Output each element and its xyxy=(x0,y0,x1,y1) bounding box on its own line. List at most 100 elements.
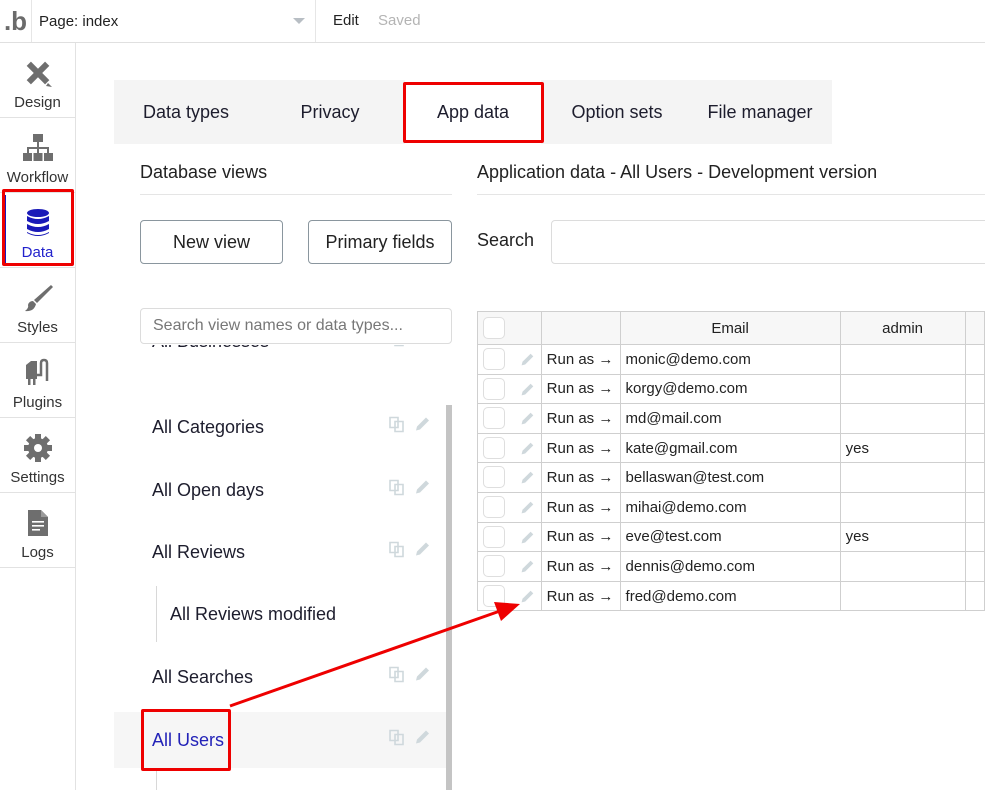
select-all-cell xyxy=(477,311,542,345)
table-row: Run as → dennis@demo.com xyxy=(477,551,985,582)
table-header-row: Email admin xyxy=(477,311,985,345)
view-item-all-searches[interactable]: All Searches xyxy=(114,649,446,705)
view-list-scrollbar[interactable] xyxy=(446,405,452,790)
pencil-icon[interactable] xyxy=(518,351,536,373)
run-as-link[interactable]: Run as → xyxy=(540,580,621,612)
email-cell[interactable]: korgy@demo.com xyxy=(619,373,841,405)
admin-cell[interactable] xyxy=(839,580,966,612)
email-cell[interactable]: kate@gmail.com xyxy=(619,432,841,464)
run-as-link[interactable]: Run as → xyxy=(540,344,621,375)
tab-privacy[interactable]: Privacy xyxy=(258,80,402,144)
select-all-checkbox[interactable] xyxy=(483,317,505,339)
email-cell[interactable]: mihai@demo.com xyxy=(619,491,841,523)
pencil-icon[interactable] xyxy=(412,478,432,503)
pencil-icon[interactable] xyxy=(518,558,536,580)
pencil-icon[interactable] xyxy=(518,381,536,403)
view-search-input[interactable] xyxy=(140,308,452,344)
row-select-cell xyxy=(477,462,542,493)
pencil-icon[interactable] xyxy=(412,415,432,440)
copy-icon[interactable] xyxy=(388,728,408,753)
sidebar-item-workflow[interactable]: Workflow xyxy=(0,118,75,193)
sidebar-item-data[interactable]: Data xyxy=(0,193,75,268)
view-item-label: All Categories xyxy=(152,416,265,437)
design-icon xyxy=(21,56,55,90)
email-cell[interactable]: eve@test.com xyxy=(619,521,841,553)
table-row: Run as → kate@gmail.com yes xyxy=(477,432,985,464)
column-header-email[interactable]: Email xyxy=(619,311,841,345)
column-header-admin[interactable]: admin xyxy=(839,311,966,345)
admin-cell[interactable]: yes xyxy=(839,432,966,464)
admin-cell[interactable] xyxy=(839,551,966,582)
copy-icon[interactable] xyxy=(388,415,408,440)
page-selector[interactable]: Page: index xyxy=(32,0,316,42)
view-item-all-users[interactable]: All Users xyxy=(114,712,446,768)
row-checkbox[interactable] xyxy=(483,407,505,430)
copy-icon[interactable] xyxy=(388,540,408,565)
run-as-link[interactable]: Run as → xyxy=(540,491,621,523)
overflow-cell xyxy=(964,403,985,434)
sidebar-item-plugins[interactable]: Plugins xyxy=(0,343,75,418)
run-as-link[interactable]: Run as → xyxy=(540,373,621,405)
sidebar-label: Workflow xyxy=(6,169,69,186)
pencil-icon[interactable] xyxy=(518,588,536,610)
view-item-all-open-days[interactable]: All Open days xyxy=(114,462,446,518)
run-as-link[interactable]: Run as → xyxy=(540,521,621,553)
admin-cell[interactable] xyxy=(839,462,966,493)
pencil-icon[interactable] xyxy=(518,440,536,462)
view-item-all-categories[interactable]: All Categories xyxy=(114,399,446,455)
row-select-cell xyxy=(477,551,542,582)
pencil-icon[interactable] xyxy=(412,540,432,565)
pencil-icon[interactable] xyxy=(412,345,432,354)
tab-data-types[interactable]: Data types xyxy=(114,80,258,144)
bubble-logo[interactable]: .b xyxy=(0,0,32,42)
admin-cell[interactable] xyxy=(839,403,966,434)
row-checkbox[interactable] xyxy=(483,584,505,607)
edit-menu[interactable]: Edit xyxy=(333,12,359,29)
row-checkbox[interactable] xyxy=(483,466,505,489)
row-checkbox[interactable] xyxy=(483,377,505,400)
row-checkbox[interactable] xyxy=(483,348,505,370)
sidebar-item-settings[interactable]: Settings xyxy=(0,418,75,493)
pencil-icon[interactable] xyxy=(412,728,432,753)
email-cell[interactable]: md@mail.com xyxy=(619,403,841,434)
email-cell[interactable]: bellaswan@test.com xyxy=(619,462,841,493)
admin-cell[interactable]: yes xyxy=(839,521,966,553)
row-checkbox[interactable] xyxy=(483,555,505,578)
sidebar-item-design[interactable]: Design xyxy=(0,43,75,118)
pencil-icon[interactable] xyxy=(518,410,536,432)
sidebar-item-logs[interactable]: Logs xyxy=(0,493,75,568)
editor-sidebar: Design Workflow Data Styles Plugins Sett… xyxy=(0,43,76,790)
email-cell[interactable]: dennis@demo.com xyxy=(619,551,841,582)
pencil-icon[interactable] xyxy=(518,469,536,491)
view-item-all-businesses[interactable]: All Businesses xyxy=(114,345,446,369)
sidebar-label: Settings xyxy=(10,469,65,486)
tab-file-manager[interactable]: File manager xyxy=(688,80,832,144)
copy-icon[interactable] xyxy=(388,665,408,690)
email-cell[interactable]: fred@demo.com xyxy=(619,580,841,612)
admin-cell[interactable] xyxy=(839,491,966,523)
app-data-search-input[interactable] xyxy=(551,220,985,264)
row-checkbox[interactable] xyxy=(483,525,505,548)
overflow-cell xyxy=(964,491,985,523)
admin-cell[interactable] xyxy=(839,344,966,375)
pencil-icon[interactable] xyxy=(518,529,536,551)
view-item-all-reviews[interactable]: All Reviews xyxy=(114,524,446,580)
tab-app-data[interactable]: App data xyxy=(405,80,541,144)
admin-cell[interactable] xyxy=(839,373,966,405)
primary-fields-button[interactable]: Primary fields xyxy=(308,220,452,264)
copy-icon[interactable] xyxy=(388,478,408,503)
tab-option-sets[interactable]: Option sets xyxy=(546,80,688,144)
copy-icon[interactable] xyxy=(388,345,408,354)
row-checkbox[interactable] xyxy=(483,436,505,459)
pencil-icon[interactable] xyxy=(518,499,536,521)
email-cell[interactable]: monic@demo.com xyxy=(619,344,841,375)
run-as-link[interactable]: Run as → xyxy=(540,462,621,493)
run-as-link[interactable]: Run as → xyxy=(540,551,621,582)
row-checkbox[interactable] xyxy=(483,495,505,518)
run-as-link[interactable]: Run as → xyxy=(540,432,621,464)
pencil-icon[interactable] xyxy=(412,665,432,690)
run-as-link[interactable]: Run as → xyxy=(540,403,621,434)
new-view-button[interactable]: New view xyxy=(140,220,283,264)
sidebar-item-styles[interactable]: Styles xyxy=(0,268,75,343)
view-item-all-reviews-modified[interactable]: All Reviews modified xyxy=(114,586,446,642)
